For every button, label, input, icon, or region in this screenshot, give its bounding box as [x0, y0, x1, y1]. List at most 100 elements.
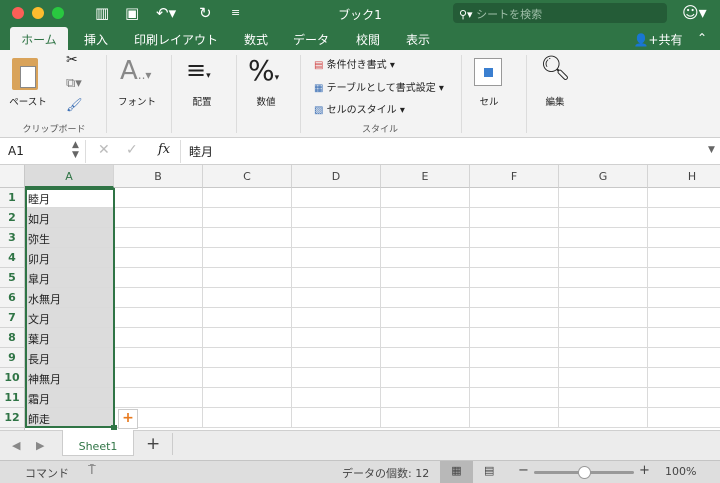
- cell-C10[interactable]: [203, 368, 292, 388]
- cells-icon[interactable]: [474, 58, 502, 86]
- next-sheet-icon[interactable]: ▶: [36, 439, 44, 452]
- number-button[interactable]: 数値: [248, 94, 284, 108]
- row-header-5[interactable]: 5: [0, 268, 25, 288]
- cell-C12[interactable]: [203, 408, 292, 428]
- cell-D7[interactable]: [292, 308, 381, 328]
- cell-G6[interactable]: [559, 288, 648, 308]
- cell-B10[interactable]: [114, 368, 203, 388]
- cell-H2[interactable]: [648, 208, 720, 228]
- cell-H10[interactable]: [648, 368, 720, 388]
- cell-G4[interactable]: [559, 248, 648, 268]
- cell-D12[interactable]: [292, 408, 381, 428]
- cell-D1[interactable]: [292, 188, 381, 208]
- column-header-C[interactable]: C: [203, 165, 292, 188]
- paste-button[interactable]: ペースト: [8, 94, 48, 108]
- cell-F4[interactable]: [470, 248, 559, 268]
- cell-B6[interactable]: [114, 288, 203, 308]
- cell-D3[interactable]: [292, 228, 381, 248]
- cell-E7[interactable]: [381, 308, 470, 328]
- column-header-G[interactable]: G: [559, 165, 648, 188]
- collapse-ribbon-icon[interactable]: ⌃: [694, 27, 710, 50]
- formula-input[interactable]: 睦月: [189, 143, 213, 160]
- cell-G12[interactable]: [559, 408, 648, 428]
- cells-button[interactable]: セル: [474, 94, 504, 108]
- cell-F5[interactable]: [470, 268, 559, 288]
- cell-H1[interactable]: [648, 188, 720, 208]
- cell-G9[interactable]: [559, 348, 648, 368]
- cell-F7[interactable]: [470, 308, 559, 328]
- cell-D2[interactable]: [292, 208, 381, 228]
- row-header-9[interactable]: 9: [0, 348, 25, 368]
- column-header-B[interactable]: B: [114, 165, 203, 188]
- column-header-A[interactable]: A: [25, 165, 114, 188]
- cell-E1[interactable]: [381, 188, 470, 208]
- tab-review[interactable]: 校閲: [350, 27, 386, 50]
- cell-B1[interactable]: [114, 188, 203, 208]
- cell-G8[interactable]: [559, 328, 648, 348]
- cell-G11[interactable]: [559, 388, 648, 408]
- tab-data[interactable]: データ: [288, 27, 334, 50]
- cell-C5[interactable]: [203, 268, 292, 288]
- cell-E3[interactable]: [381, 228, 470, 248]
- cell-H11[interactable]: [648, 388, 720, 408]
- expand-formula-icon[interactable]: ▼: [708, 145, 715, 155]
- cell-B3[interactable]: [114, 228, 203, 248]
- cell-H4[interactable]: [648, 248, 720, 268]
- format-painter-icon[interactable]: 🖌: [66, 98, 83, 113]
- macro-record-icon[interactable]: ⍑: [88, 463, 96, 478]
- cell-D8[interactable]: [292, 328, 381, 348]
- percent-icon[interactable]: %▾: [248, 54, 279, 87]
- cell-F11[interactable]: [470, 388, 559, 408]
- cell-E12[interactable]: [381, 408, 470, 428]
- cell-G7[interactable]: [559, 308, 648, 328]
- cell-F6[interactable]: [470, 288, 559, 308]
- copy-icon[interactable]: ⧉▾: [66, 76, 82, 91]
- function-icon[interactable]: fx: [158, 142, 170, 157]
- row-header-8[interactable]: 8: [0, 328, 25, 348]
- font-button[interactable]: フォント: [114, 94, 160, 108]
- add-sheet-button[interactable]: +: [146, 434, 160, 454]
- paste-icon[interactable]: [12, 58, 38, 90]
- cell-D6[interactable]: [292, 288, 381, 308]
- cell-F3[interactable]: [470, 228, 559, 248]
- column-header-H[interactable]: H: [648, 165, 720, 188]
- sheet-tab-sheet1[interactable]: Sheet1: [62, 430, 134, 456]
- cancel-icon[interactable]: ✕: [98, 142, 110, 158]
- font-icon[interactable]: A..▾: [120, 56, 151, 86]
- prev-sheet-icon[interactable]: ◀: [12, 439, 20, 452]
- row-header-10[interactable]: 10: [0, 368, 25, 388]
- cell-C9[interactable]: [203, 348, 292, 368]
- cell-B2[interactable]: [114, 208, 203, 228]
- cell-H6[interactable]: [648, 288, 720, 308]
- cell-B9[interactable]: [114, 348, 203, 368]
- cell-D9[interactable]: [292, 348, 381, 368]
- cell-C3[interactable]: [203, 228, 292, 248]
- quick-analysis-icon[interactable]: +: [118, 409, 138, 429]
- row-header-3[interactable]: 3: [0, 228, 25, 248]
- name-box[interactable]: A1: [8, 144, 24, 158]
- editing-button[interactable]: 編集: [540, 94, 570, 108]
- cell-F1[interactable]: [470, 188, 559, 208]
- tab-home[interactable]: ホーム: [10, 27, 68, 50]
- cell-F12[interactable]: [470, 408, 559, 428]
- cell-F8[interactable]: [470, 328, 559, 348]
- cell-F2[interactable]: [470, 208, 559, 228]
- cell-C6[interactable]: [203, 288, 292, 308]
- tab-insert[interactable]: 挿入: [78, 27, 114, 50]
- zoom-out-button[interactable]: −: [518, 463, 529, 478]
- cell-H3[interactable]: [648, 228, 720, 248]
- page-layout-view-icon[interactable]: ▤: [484, 464, 494, 477]
- row-header-4[interactable]: 4: [0, 248, 25, 268]
- cell-E8[interactable]: [381, 328, 470, 348]
- cell-E9[interactable]: [381, 348, 470, 368]
- search-input[interactable]: ⚲▾ シートを検索: [453, 3, 667, 23]
- row-header-7[interactable]: 7: [0, 308, 25, 328]
- cell-G5[interactable]: [559, 268, 648, 288]
- zoom-in-button[interactable]: +: [639, 463, 650, 478]
- smiley-feedback-icon[interactable]: ☺▾: [682, 3, 707, 22]
- row-header-12[interactable]: 12: [0, 408, 25, 428]
- cell-G1[interactable]: [559, 188, 648, 208]
- cell-B7[interactable]: [114, 308, 203, 328]
- cell-D10[interactable]: [292, 368, 381, 388]
- select-all-corner[interactable]: [0, 165, 25, 188]
